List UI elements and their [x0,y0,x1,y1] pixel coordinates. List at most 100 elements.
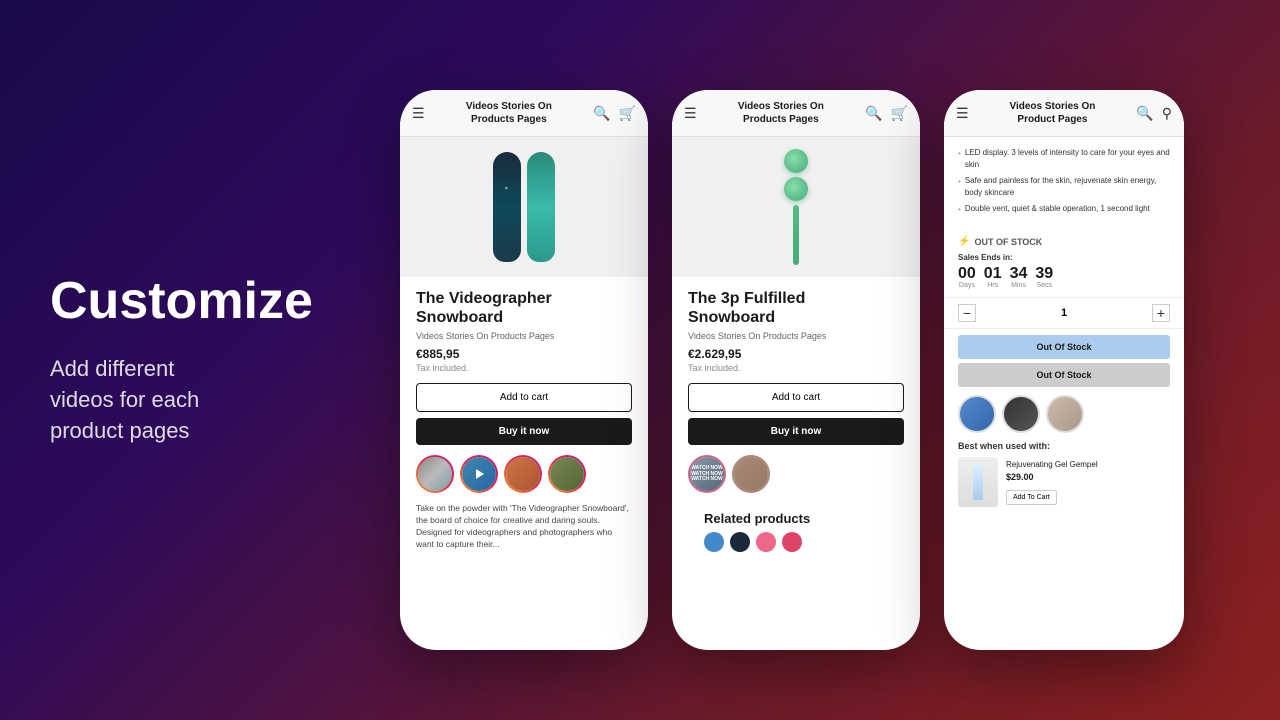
story-thumbnail-mountain [418,457,452,491]
board-teal [527,152,555,262]
play-icon [476,469,484,479]
quantity-decrease-btn[interactable]: − [958,304,976,322]
product-image-1: ● [400,137,648,277]
add-to-cart-btn-2[interactable]: Add to cart [688,383,904,412]
menu-icon-2[interactable]: ☰ [684,105,697,122]
flash-icon: ⚡ [958,236,970,247]
story-circle-city[interactable] [504,455,542,493]
story-circle-mountain[interactable] [416,455,454,493]
quantity-increase-btn[interactable]: + [1152,304,1170,322]
product-recommendation: Rejuvenating Gel Gempel $29.00 Add To Ca… [944,457,1184,507]
menu-icon[interactable]: ☰ [412,105,425,122]
avatar-light[interactable] [1046,395,1084,433]
search-icon[interactable]: 🔍 [593,105,610,122]
cart-icon-2[interactable]: 🛒 [891,105,908,122]
store-name-2: Videos Stories On Products Pages [688,331,904,341]
product-content-1: The VideographerSnowboard Videos Stories… [400,277,648,563]
green-product-image [784,139,808,275]
hrs-label: Hrs [984,282,1002,289]
bottle-icon [973,465,983,500]
story-circle-play[interactable] [460,455,498,493]
green-orb-2 [784,177,808,201]
swatch-blue[interactable] [704,532,724,552]
story-thumbnail-play [462,457,496,491]
phone-mockup-1: ☰ Videos Stories OnProducts Pages 🔍 🛒 ● … [400,90,648,650]
secs-number: 39 [1035,266,1053,282]
green-stick [793,205,799,265]
menu-icon-3[interactable]: ☰ [956,105,969,122]
mins-label: Mins [1010,282,1028,289]
header-icons-2: 🔍 🛒 [865,105,908,122]
bullet-item-2: • Safe and painless for the skin, rejuve… [958,175,1170,199]
buy-now-btn-2[interactable]: Buy it now [688,418,904,445]
hrs-number: 01 [984,266,1002,282]
board-dark: ● [493,152,521,262]
tax-text-2: Tax included. [688,363,904,373]
subtitle-line1: Add different [50,356,174,381]
rec-product-price: $29.00 [1006,472,1170,482]
swatch-dark[interactable] [730,532,750,552]
quantity-row: − 1 + [944,297,1184,329]
story-thumbnail-hills [550,457,584,491]
countdown-secs: 39 Secs [1035,266,1053,289]
avatar-blue[interactable] [958,395,996,433]
bullet-dot-2: • [958,176,961,188]
countdown-mins: 34 Mins [1010,266,1028,289]
phone-title-3: Videos Stories OnProduct Pages [969,100,1137,126]
swatch-rose[interactable] [782,532,802,552]
watch-text: WATCH NOWWATCH NOWWATCH NOW [691,466,723,483]
avatar-circles [944,395,1184,433]
bullet-text-1: LED display. 3 levels of intensity to ca… [965,147,1170,171]
header-icons-3: 🔍 ⚲ [1136,105,1172,122]
tax-text-1: Tax included. [416,363,632,373]
countdown-hrs: 01 Hrs [984,266,1002,289]
green-orb-1 [784,149,808,173]
add-to-cart-btn-1[interactable]: Add to cart [416,383,632,412]
story-thumb-watch: WATCH NOWWATCH NOWWATCH NOW [690,457,724,491]
phone-header-3: ☰ Videos Stories OnProduct Pages 🔍 ⚲ [944,90,1184,137]
product-price-1: €885,95 [416,347,632,361]
avatar-dark[interactable] [1002,395,1040,433]
product-content-2: The 3p FulfilledSnowboard Videos Stories… [672,277,920,564]
phones-section: ☰ Videos Stories OnProducts Pages 🔍 🛒 ● … [380,0,1280,720]
store-name-1: Videos Stories On Products Pages [416,331,632,341]
phone-header-1: ☰ Videos Stories OnProducts Pages 🔍 🛒 [400,90,648,137]
swatch-pink[interactable] [756,532,776,552]
mins-number: 34 [1010,266,1028,282]
story-circles-2: WATCH NOWWATCH NOWWATCH NOW [688,455,904,493]
story-circle-watch[interactable]: WATCH NOWWATCH NOWWATCH NOW [688,455,726,493]
rec-add-to-cart-btn[interactable]: Add To Cart [1006,490,1057,505]
out-of-stock-badge: ⚡ OUT OF STOCK [944,236,1184,247]
phone3-bullets: • LED display. 3 levels of intensity to … [944,137,1184,230]
out-of-stock-btn-blue[interactable]: Out Of Stock [958,335,1170,359]
story-circles-1 [416,455,632,493]
quantity-value: 1 [1061,307,1067,319]
main-title: Customize [50,273,330,330]
subtitle: Add different videos for each product pa… [50,354,330,446]
search-icon-3[interactable]: 🔍 [1136,105,1153,122]
color-swatches [688,532,904,552]
bullet-text-2: Safe and painless for the skin, rejuvena… [965,175,1170,199]
sales-ends-section: Sales Ends in: 00 Days 01 Hrs 34 Mins 39… [944,253,1184,289]
subtitle-line2: videos for each [50,387,199,412]
secs-label: Secs [1035,282,1053,289]
sales-ends-label: Sales Ends in: [958,253,1170,262]
product-title-1: The VideographerSnowboard [416,289,632,327]
cart-icon[interactable]: 🛒 [619,105,636,122]
bullet-item-3: • Double vent, quiet & stable operation,… [958,203,1170,216]
buy-now-btn-1[interactable]: Buy it now [416,418,632,445]
story-circle-people[interactable] [732,455,770,493]
story-thumb-people [734,457,768,491]
out-of-stock-text: OUT OF STOCK [974,237,1042,247]
cart-icon-3[interactable]: ⚲ [1162,105,1172,122]
days-number: 00 [958,266,976,282]
search-icon-2[interactable]: 🔍 [865,105,882,122]
rec-product-name: Rejuvenating Gel Gempel [1006,460,1170,469]
out-of-stock-btn-gray[interactable]: Out Of Stock [958,363,1170,387]
bullet-text-3: Double vent, quiet & stable operation, 1… [965,203,1150,215]
rec-product-image [958,457,998,507]
phone-title-1: Videos Stories OnProducts Pages [425,100,594,126]
rec-product-info: Rejuvenating Gel Gempel $29.00 Add To Ca… [1006,460,1170,505]
product-image-2 [672,137,920,277]
story-circle-hills[interactable] [548,455,586,493]
